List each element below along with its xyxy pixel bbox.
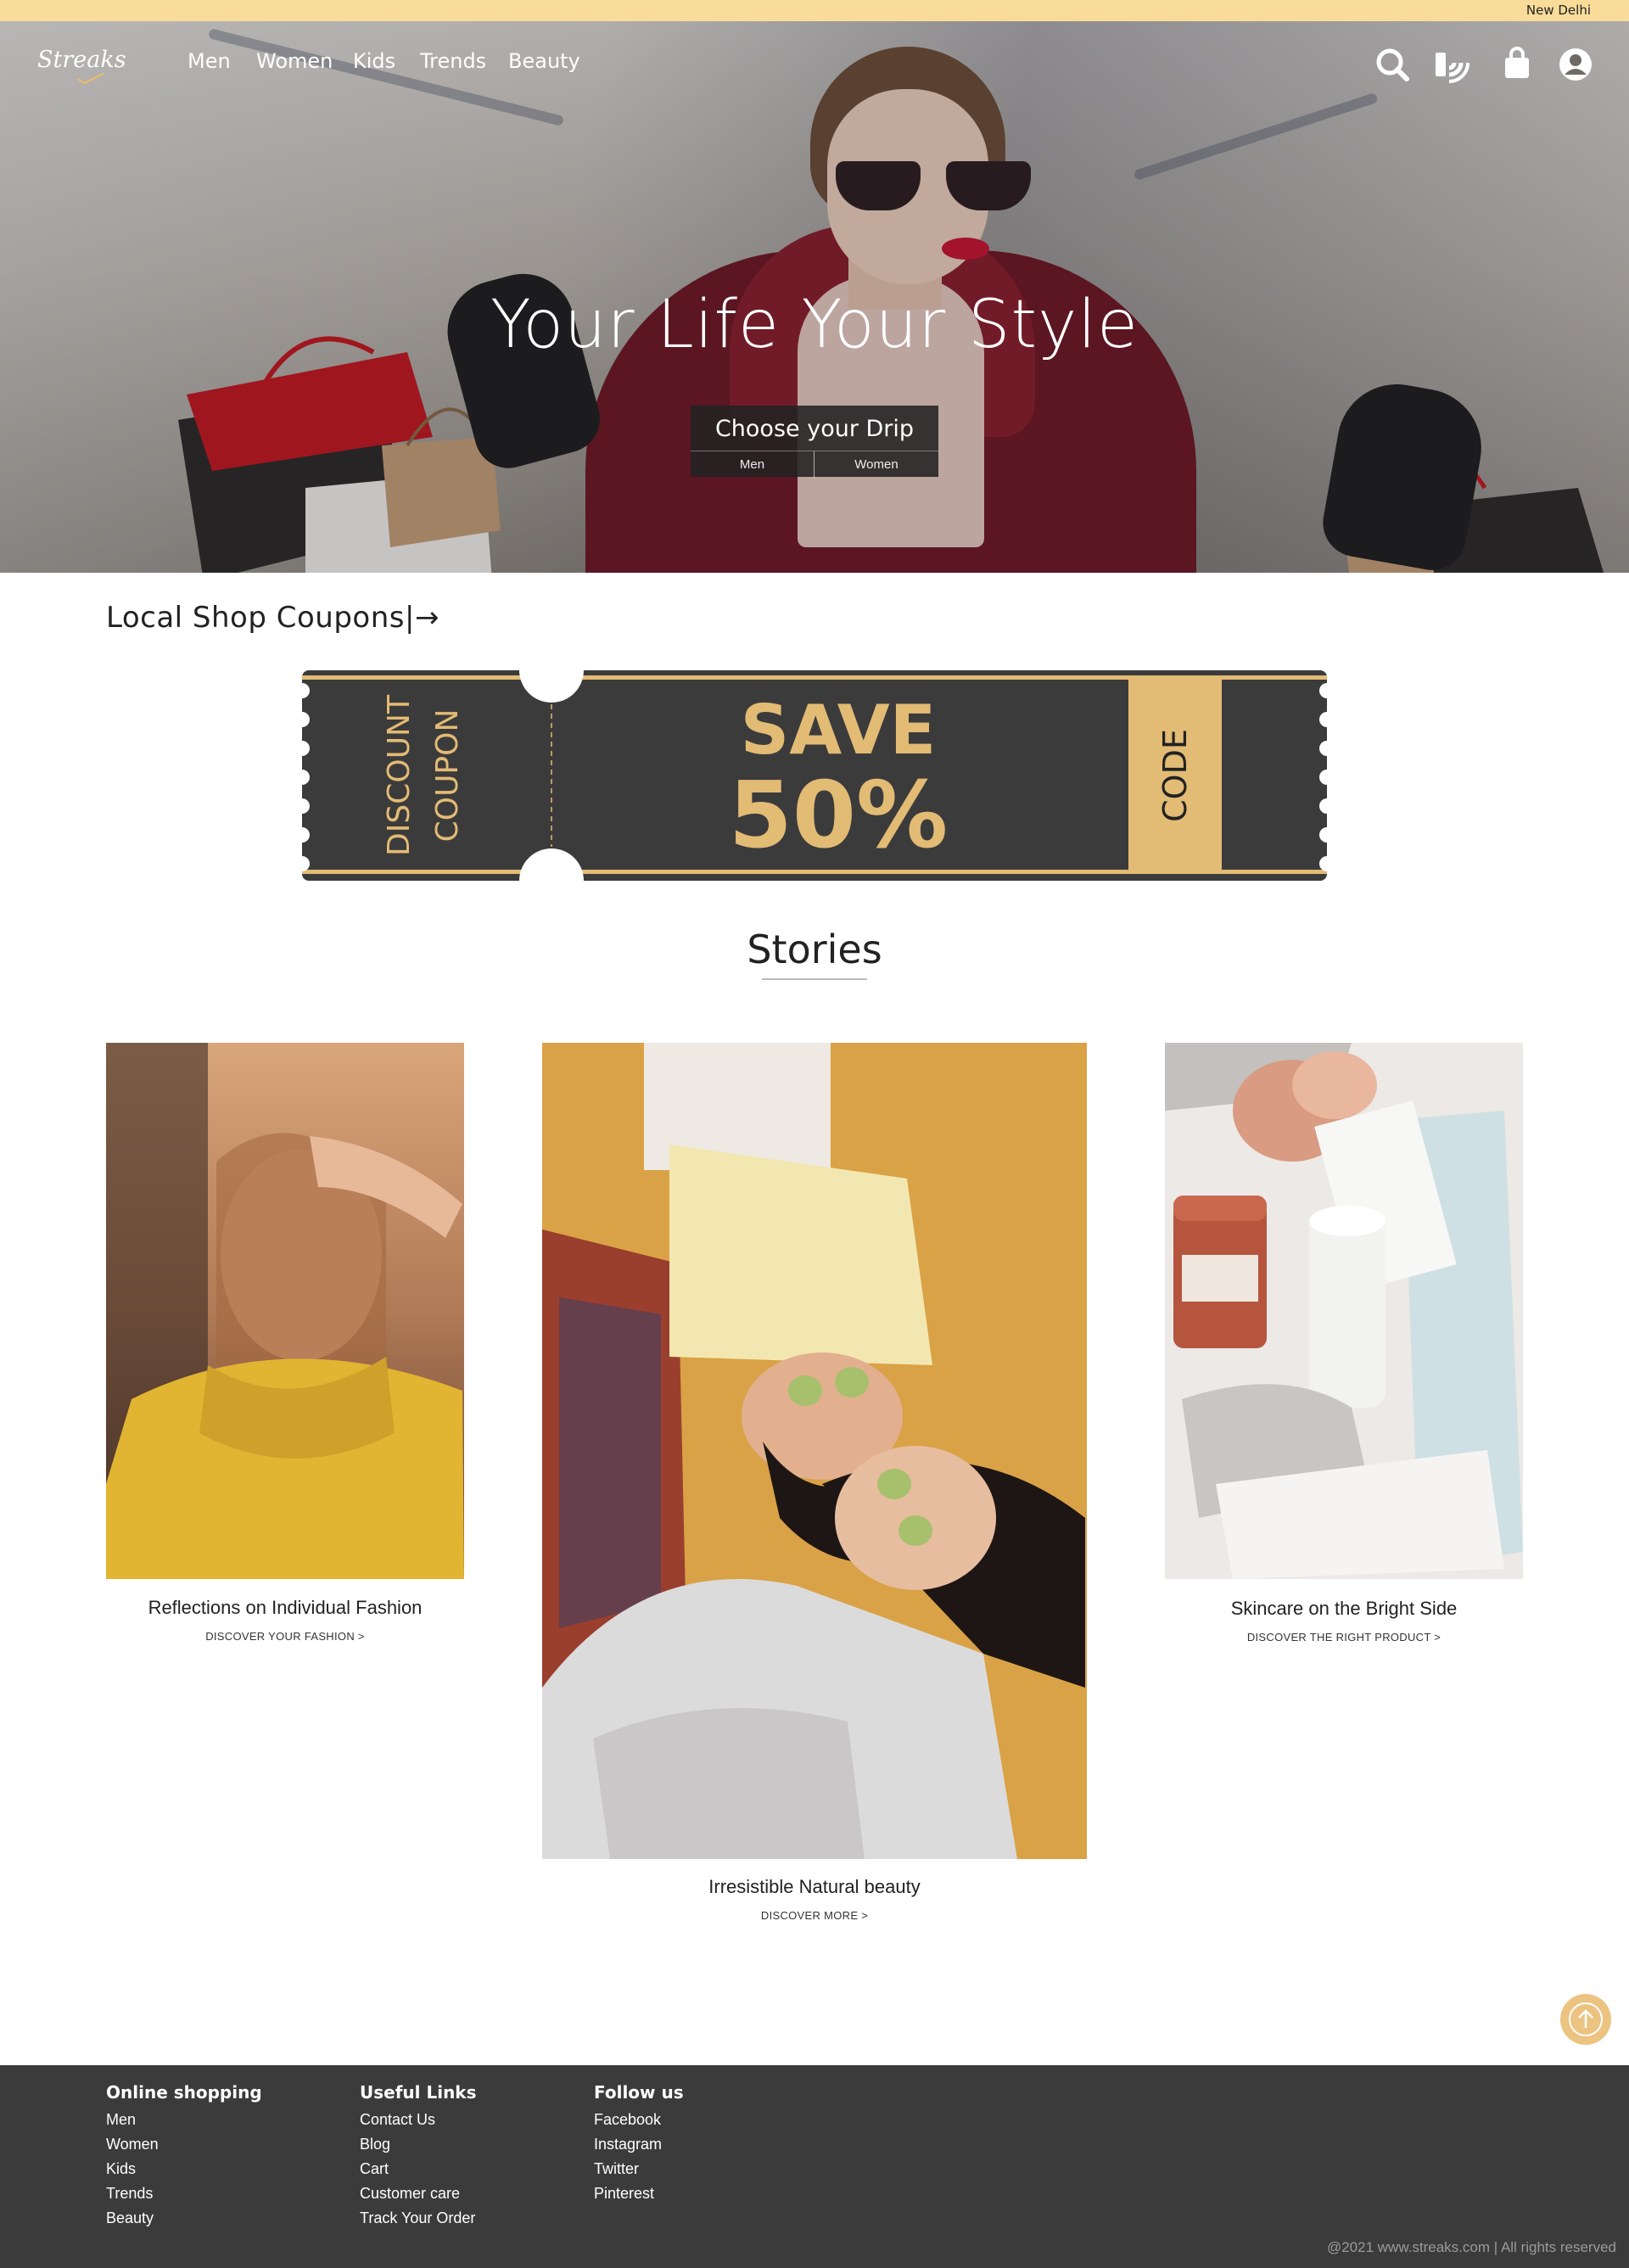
coupon-percent-text: 50% bbox=[729, 763, 949, 869]
back-to-top-button[interactable] bbox=[1560, 1994, 1611, 2045]
arrow-up-icon bbox=[1569, 2002, 1603, 2036]
nav-item-men[interactable]: Men bbox=[188, 49, 231, 73]
footer-column-follow: Follow us Facebook Instagram Twitter Pin… bbox=[594, 2082, 684, 2206]
drip-men-button[interactable]: Men bbox=[691, 451, 814, 478]
story-caption-skincare: Skincare on the Bright Side bbox=[1230, 1598, 1458, 1619]
coupon-coupon-text: COUPON bbox=[430, 709, 465, 843]
nav-item-beauty[interactable]: Beauty bbox=[508, 49, 580, 73]
footer-column-shopping: Online shopping Men Women Kids Trends Be… bbox=[106, 2082, 262, 2231]
footer-link-kids[interactable]: Kids bbox=[106, 2157, 262, 2181]
coupon-save-text: SAVE bbox=[741, 691, 937, 770]
drip-women-button[interactable]: Women bbox=[814, 451, 938, 478]
location-bar: New Delhi bbox=[0, 0, 1629, 21]
story-image-skincare[interactable] bbox=[1165, 1043, 1523, 1579]
footer-link-women[interactable]: Women bbox=[106, 2132, 262, 2157]
main-navigation: Streaks Men Women Kids Trends Beauty bbox=[0, 21, 1629, 106]
story-image-beauty[interactable] bbox=[542, 1043, 1087, 1859]
footer-heading: Useful Links bbox=[360, 2082, 477, 2103]
footer-link-trends[interactable]: Trends bbox=[106, 2181, 262, 2206]
footer-link-cart[interactable]: Cart bbox=[360, 2157, 477, 2181]
story-caption-beauty: Irresistible Natural beauty bbox=[708, 1876, 921, 1897]
footer-heading: Online shopping bbox=[106, 2082, 262, 2103]
footer-link-facebook[interactable]: Facebook bbox=[594, 2108, 684, 2132]
discount-coupon[interactable]: DISCOUNT COUPON SAVE 50% CODE bbox=[302, 670, 1327, 881]
story-beauty-illustration bbox=[542, 1043, 1087, 1859]
choose-drip-label: Choose your Drip bbox=[714, 416, 915, 442]
footer-link-beauty[interactable]: Beauty bbox=[106, 2206, 262, 2231]
footer-link-twitter[interactable]: Twitter bbox=[594, 2157, 684, 2181]
nav-item-women[interactable]: Women bbox=[256, 49, 333, 73]
footer-link-instagram[interactable]: Instagram bbox=[594, 2132, 684, 2157]
nav-item-trends[interactable]: Trends bbox=[420, 49, 486, 73]
coupon-discount-text: DISCOUNT bbox=[382, 694, 417, 856]
logo-text: Streaks bbox=[37, 47, 126, 73]
footer-heading: Follow us bbox=[594, 2082, 684, 2103]
coupon-code-text: CODE bbox=[1156, 729, 1194, 822]
footer-link-contact[interactable]: Contact Us bbox=[360, 2108, 477, 2132]
stories-underline bbox=[762, 978, 867, 980]
shopping-bag-icon[interactable] bbox=[1498, 46, 1536, 83]
story-fashion-illustration bbox=[106, 1043, 464, 1579]
stories-title: Stories bbox=[747, 927, 882, 972]
user-account-icon[interactable] bbox=[1557, 46, 1594, 83]
logo-tick-icon bbox=[77, 72, 104, 84]
story-image-fashion[interactable] bbox=[106, 1043, 464, 1579]
location-label[interactable]: New Delhi bbox=[1526, 3, 1591, 18]
hero-title: Your Life Your Style bbox=[490, 287, 1139, 363]
drip-options: Men Women bbox=[691, 451, 938, 478]
site-footer: Online shopping Men Women Kids Trends Be… bbox=[0, 2065, 1629, 2268]
story-link-beauty[interactable]: DISCOVER MORE > bbox=[542, 1909, 1087, 1922]
choose-drip-box: Choose your Drip Men Women bbox=[691, 406, 938, 478]
footer-link-men[interactable]: Men bbox=[106, 2108, 262, 2132]
footer-link-blog[interactable]: Blog bbox=[360, 2132, 477, 2157]
story-link-fashion[interactable]: DISCOVER YOUR FASHION > bbox=[106, 1630, 464, 1643]
story-skincare-illustration bbox=[1165, 1043, 1523, 1579]
story-caption-fashion: Reflections on Individual Fashion bbox=[148, 1597, 423, 1618]
nav-item-kids[interactable]: Kids bbox=[353, 49, 395, 73]
coupons-heading[interactable]: Local Shop Coupons|→ bbox=[106, 601, 439, 635]
site-logo[interactable]: Streaks bbox=[37, 47, 126, 84]
blog-icon[interactable] bbox=[1432, 46, 1469, 83]
story-link-skincare[interactable]: DISCOVER THE RIGHT PRODUCT > bbox=[1165, 1631, 1523, 1644]
footer-link-customer-care[interactable]: Customer care bbox=[360, 2181, 477, 2206]
footer-column-useful-links: Useful Links Contact Us Blog Cart Custom… bbox=[360, 2082, 477, 2231]
copyright-text: @2021 www.streaks.com | All rights reser… bbox=[1326, 2239, 1616, 2255]
footer-link-track-order[interactable]: Track Your Order bbox=[360, 2206, 477, 2231]
search-icon[interactable] bbox=[1374, 46, 1411, 83]
footer-link-pinterest[interactable]: Pinterest bbox=[594, 2181, 684, 2206]
